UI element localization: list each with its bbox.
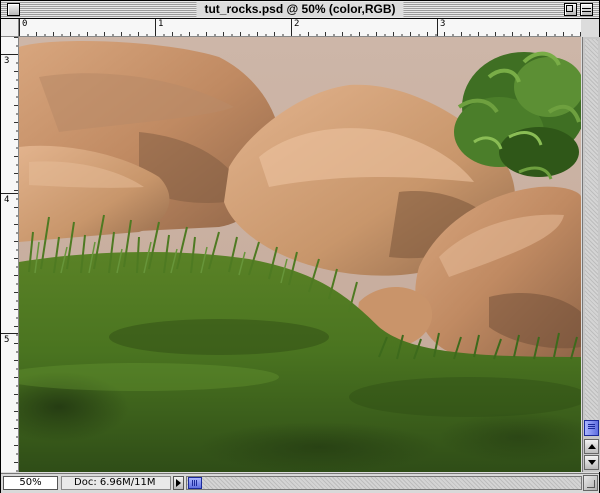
ruler-major-tick xyxy=(1,193,18,194)
collapse-box-icon[interactable] xyxy=(580,3,593,16)
horizontal-scroll-thumb[interactable] xyxy=(188,477,202,489)
vertical-scroll-track[interactable] xyxy=(585,39,598,436)
ruler-major-tick xyxy=(1,333,18,334)
ruler-label: 2 xyxy=(294,19,300,29)
horizontal-ruler-ticks xyxy=(19,28,581,36)
window-title: tut_rocks.psd @ 50% (color,RGB) xyxy=(196,2,404,17)
ruler-label: 4 xyxy=(4,195,10,205)
vertical-ruler[interactable]: 3 4 5 xyxy=(1,37,19,472)
ruler-label: 5 xyxy=(4,335,10,345)
scroll-up-arrow-icon xyxy=(588,444,596,449)
vertical-scrollbar[interactable] xyxy=(582,37,600,472)
ruler-major-tick xyxy=(437,19,438,36)
painting xyxy=(19,37,581,472)
ruler-origin-corner[interactable] xyxy=(1,19,19,37)
horizontal-ruler[interactable]: 0 1 2 3 xyxy=(19,19,581,37)
scroll-up-button[interactable] xyxy=(584,439,599,454)
ruler-major-tick xyxy=(155,19,156,36)
vertical-ruler-ticks xyxy=(10,37,18,472)
ruler-major-tick xyxy=(1,54,18,55)
close-box-icon[interactable] xyxy=(7,3,20,16)
ruler-label: 1 xyxy=(158,19,164,29)
ruler-major-tick xyxy=(291,19,292,36)
horizontal-scrollbar[interactable] xyxy=(186,476,582,490)
zoom-level-field[interactable]: 50% xyxy=(3,476,58,490)
ruler-label: 3 xyxy=(4,56,10,66)
zoom-box-icon[interactable] xyxy=(564,3,577,16)
vertical-scroll-thumb[interactable] xyxy=(584,420,599,436)
status-bar: 50% Doc: 6.96M/11M xyxy=(1,473,599,493)
document-window: tut_rocks.psd @ 50% (color,RGB) 0 1 2 3 … xyxy=(0,0,600,493)
scroll-down-arrow-icon xyxy=(588,460,596,465)
status-menu-arrow-icon xyxy=(176,479,181,487)
image-canvas[interactable] xyxy=(19,37,581,472)
status-menu-button[interactable] xyxy=(173,476,184,490)
scroll-down-button[interactable] xyxy=(584,455,599,470)
title-bar[interactable]: tut_rocks.psd @ 50% (color,RGB) xyxy=(1,1,599,19)
ruler-label: 0 xyxy=(22,19,28,29)
ruler-label: 3 xyxy=(440,19,446,29)
ruler-major-tick xyxy=(19,19,20,36)
document-size-info: Doc: 6.96M/11M xyxy=(61,476,171,490)
resize-grip-icon[interactable] xyxy=(583,475,598,491)
